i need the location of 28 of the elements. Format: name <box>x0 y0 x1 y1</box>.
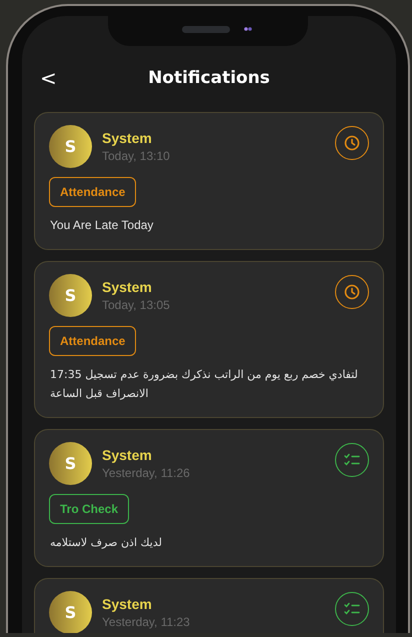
sender-name: System <box>102 596 153 612</box>
category-tag[interactable]: Attendance <box>49 326 136 356</box>
category-tag[interactable]: Attendance <box>49 177 136 207</box>
checklist-icon <box>344 452 360 466</box>
notification-time: Yesterday, 11:23 <box>102 615 191 629</box>
notification-card[interactable]: S System Yesterday, 11:23 <box>34 578 384 633</box>
avatar: S <box>49 591 92 633</box>
category-tag[interactable]: Tro Check <box>49 494 130 524</box>
page-title: Notifications <box>148 68 270 88</box>
clock-icon <box>344 284 360 300</box>
notification-card[interactable]: S System Today, 13:10 Attendance You Are Late Today <box>34 112 384 250</box>
camera-icon <box>244 26 252 32</box>
avatar: S <box>49 274 92 317</box>
avatar: S <box>49 442 92 485</box>
notification-message: لديك اذن صرف لاستلامه <box>49 535 163 551</box>
notification-time: Yesterday, 11:26 <box>102 466 191 480</box>
avatar: S <box>49 125 92 168</box>
sender-name: System <box>102 130 153 146</box>
checklist-icon <box>344 602 360 616</box>
speaker-icon <box>182 26 230 33</box>
sender-name: System <box>102 447 153 463</box>
notification-message: You Are Late Today <box>49 217 154 234</box>
notification-time: Today, 13:10 <box>102 149 171 163</box>
clock-icon <box>344 134 360 150</box>
notification-message: لتفادي خصم ربع يوم من الراتب نذكرك بضرورة عدم تسجيل 17:35 الانصراف قبل الساعة <box>49 367 359 402</box>
sender-name: System <box>102 279 153 295</box>
notification-time: Today, 13:05 <box>102 298 171 312</box>
back-button[interactable]: < <box>34 66 63 90</box>
